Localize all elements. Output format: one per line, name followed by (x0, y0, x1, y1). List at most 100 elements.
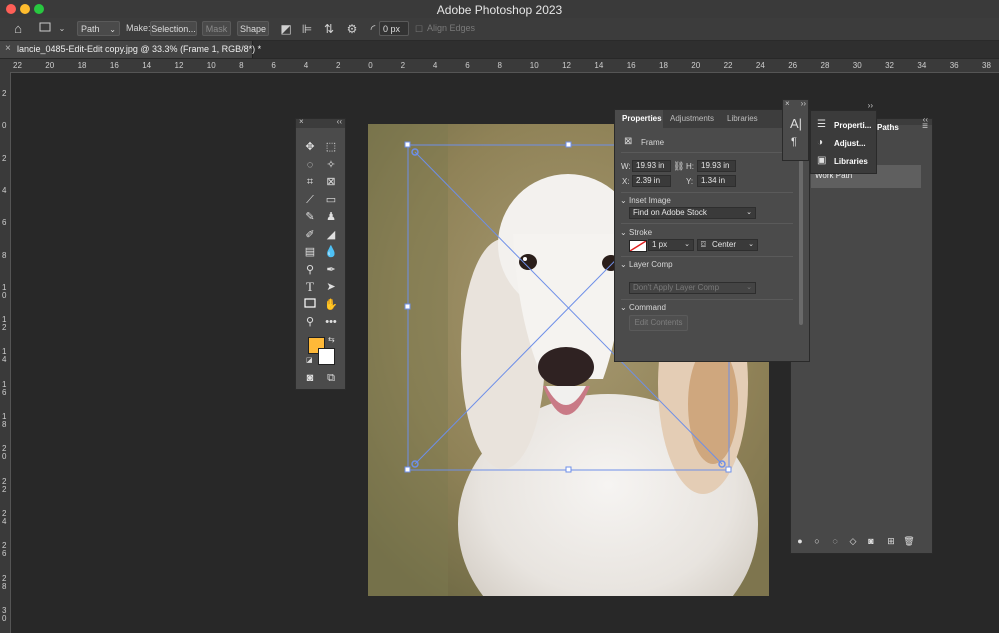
tab-libraries[interactable]: Libraries (727, 114, 758, 123)
shape-button[interactable]: Shape (237, 21, 269, 36)
ruler-tick-label: 2 6 (2, 541, 7, 559)
expand-icon[interactable]: ›› (801, 99, 806, 108)
inset-image-select[interactable]: Find on Adobe Stock ⌄ (629, 207, 756, 219)
chevron-down-icon[interactable]: ⌄ (620, 303, 627, 312)
ruler-tick-label: 8 (497, 61, 502, 70)
x-label: X: (622, 177, 630, 186)
close-icon[interactable]: × (785, 99, 790, 108)
paths-footer: ● ○ ◌ ◇ ◙ ⊞ 🗑 (791, 529, 932, 553)
link-icon[interactable]: ⛓ (673, 161, 684, 172)
tab-properties[interactable]: Properties (622, 114, 662, 123)
rectangle-tool-icon[interactable] (301, 297, 319, 313)
properties-icon: ☰ (817, 119, 826, 130)
load-selection-icon[interactable]: ◌ (826, 533, 844, 549)
popup-item-adjustments[interactable]: ◑ Adjust... (811, 135, 876, 152)
zoom-tool-icon[interactable]: ⚲ (301, 314, 319, 330)
horizontal-ruler[interactable]: 22 20 18 16 14 12 10 8 6 4 2 0 2 4 6 8 10 12 14 16 18 20 22 24 2… (10, 59, 999, 73)
crop-tool-icon[interactable]: ⌗ (301, 174, 319, 190)
path-operations-icon[interactable]: ◩ (278, 21, 294, 37)
swap-colors-icon[interactable]: ⇆ (328, 335, 335, 344)
width-input[interactable]: 19.93 in (632, 160, 671, 172)
tool-mode-select[interactable]: Path ⌄ (77, 21, 120, 36)
healing-brush-tool-icon[interactable]: ▭ (322, 192, 340, 208)
panel-menu-icon[interactable]: ≡ (922, 121, 928, 132)
popup-item-libraries[interactable]: ▣ Libraries (811, 153, 876, 170)
close-icon[interactable]: × (299, 117, 304, 126)
fill-path-icon[interactable]: ● (791, 533, 809, 549)
align-edges-checkbox[interactable]: ☐ (414, 21, 424, 37)
trash-icon[interactable]: 🗑 (900, 533, 918, 549)
default-colors-icon[interactable]: ◪ (306, 356, 313, 364)
edit-contents-button[interactable]: Edit Contents (629, 315, 688, 331)
eraser-tool-icon[interactable]: ◢ (322, 227, 340, 243)
gradient-tool-icon[interactable]: ▤ (301, 244, 319, 260)
height-input[interactable]: 19.93 in (697, 160, 736, 172)
y-input[interactable]: 1.34 in (697, 175, 736, 187)
home-icon[interactable]: ⌂ (10, 21, 26, 37)
tab-adjustments[interactable]: Adjustments (670, 114, 714, 123)
path-alignment-icon[interactable]: ⊫ (299, 21, 315, 37)
tab-paths[interactable]: Paths (877, 123, 899, 132)
x-input[interactable]: 2.39 in (632, 175, 671, 187)
rectangle-tool-preset-icon[interactable] (38, 21, 54, 37)
magic-wand-tool-icon[interactable]: ✧ (322, 157, 340, 173)
new-path-icon[interactable]: ⊞ (882, 533, 900, 549)
frame-tool-icon[interactable]: ⊠ (322, 174, 340, 190)
brush-tool-icon[interactable]: ✎ (301, 209, 319, 225)
ruler-tick-label: 4 (432, 61, 438, 70)
expand-icon[interactable]: ›› (868, 101, 873, 110)
quick-mask-icon[interactable]: ◙ (301, 370, 319, 386)
gear-icon[interactable]: ⚙ (344, 21, 360, 37)
properties-scrollbar[interactable] (799, 160, 803, 325)
popup-item-label: Properti... (834, 121, 872, 130)
clone-stamp-tool-icon[interactable]: ♟ (322, 209, 340, 225)
stroke-align-select[interactable]: ⌼ Center ⌄ (697, 239, 758, 251)
mask-button[interactable]: Mask (202, 21, 231, 36)
layer-comp-section-title: Layer Comp (629, 260, 673, 269)
layer-comp-select[interactable]: Don't Apply Layer Comp ⌄ (629, 282, 756, 294)
stroke-width-input[interactable]: 1 px ⌄ (648, 239, 694, 251)
chevron-down-icon[interactable]: ⌄ (54, 21, 70, 37)
make-work-path-icon[interactable]: ◇ (844, 533, 862, 549)
screen-mode-icon[interactable]: ⧉ (322, 370, 340, 386)
path-arrangement-icon[interactable]: ⇅ (321, 21, 337, 37)
move-tool-icon[interactable]: ✥ (301, 139, 319, 155)
more-tools-icon[interactable]: ••• (322, 314, 340, 330)
libraries-icon: ▣ (817, 155, 827, 166)
path-selection-tool-icon[interactable]: ➤ (322, 279, 340, 295)
radius-input[interactable]: 0 px (379, 21, 409, 36)
pen-tool-icon[interactable]: ✒ (322, 262, 340, 278)
hand-tool-icon[interactable]: ✋ (322, 297, 340, 313)
selection-button[interactable]: Selection... (150, 21, 197, 36)
lasso-tool-icon[interactable]: ◌ (301, 157, 319, 173)
ruler-tick-label: 0 (368, 61, 373, 70)
add-mask-icon[interactable]: ◙ (862, 533, 880, 549)
close-tab-icon[interactable]: × (5, 43, 11, 54)
marquee-tool-icon[interactable]: ⬚ (322, 139, 340, 155)
character-panel-icon[interactable]: A| (790, 116, 802, 131)
collapse-icon[interactable]: ‹‹ (337, 117, 342, 126)
popup-item-properties[interactable]: ☰ Properti... (811, 117, 876, 134)
ruler-tick-label: 22 (723, 61, 733, 70)
chevron-down-icon[interactable]: ⌄ (620, 260, 627, 269)
background-color-swatch[interactable] (318, 348, 335, 365)
vertical-ruler[interactable]: 2 0 2 4 6 8 1 0 1 2 1 4 1 6 1 8 2 0 2 2 2 4 2 6 2 8 3 0 (0, 72, 11, 633)
stroke-color-swatch[interactable] (629, 240, 647, 252)
history-brush-tool-icon[interactable]: ✐ (301, 227, 319, 243)
ruler-tick-label: 18 (77, 61, 87, 70)
tools-panel-header[interactable]: × ‹‹ (296, 117, 345, 128)
dodge-tool-icon[interactable]: ⚲ (301, 262, 319, 278)
eyedropper-tool-icon[interactable]: ⟋ (301, 192, 319, 208)
chevron-down-icon: ⌄ (109, 25, 116, 34)
paragraph-panel-icon[interactable]: ¶ (791, 136, 797, 148)
type-tool-icon[interactable]: T (301, 279, 319, 295)
chevron-down-icon[interactable]: ⌄ (620, 228, 627, 237)
stroke-path-icon[interactable]: ○ (808, 533, 826, 549)
document-tab[interactable]: × lancie_0485-Edit-Edit copy.jpg @ 33.3%… (0, 41, 261, 58)
chevron-down-icon: ⌄ (748, 241, 754, 248)
ruler-tick-label: 4 (2, 185, 7, 195)
ruler-tick-label: 2 (400, 61, 406, 70)
paths-panel: ‹‹ Paths ≡ Work Path ● ○ ◌ ◇ ◙ ⊞ 🗑 (790, 115, 933, 554)
chevron-down-icon[interactable]: ⌄ (620, 196, 627, 205)
blur-tool-icon[interactable]: 💧 (322, 244, 340, 260)
